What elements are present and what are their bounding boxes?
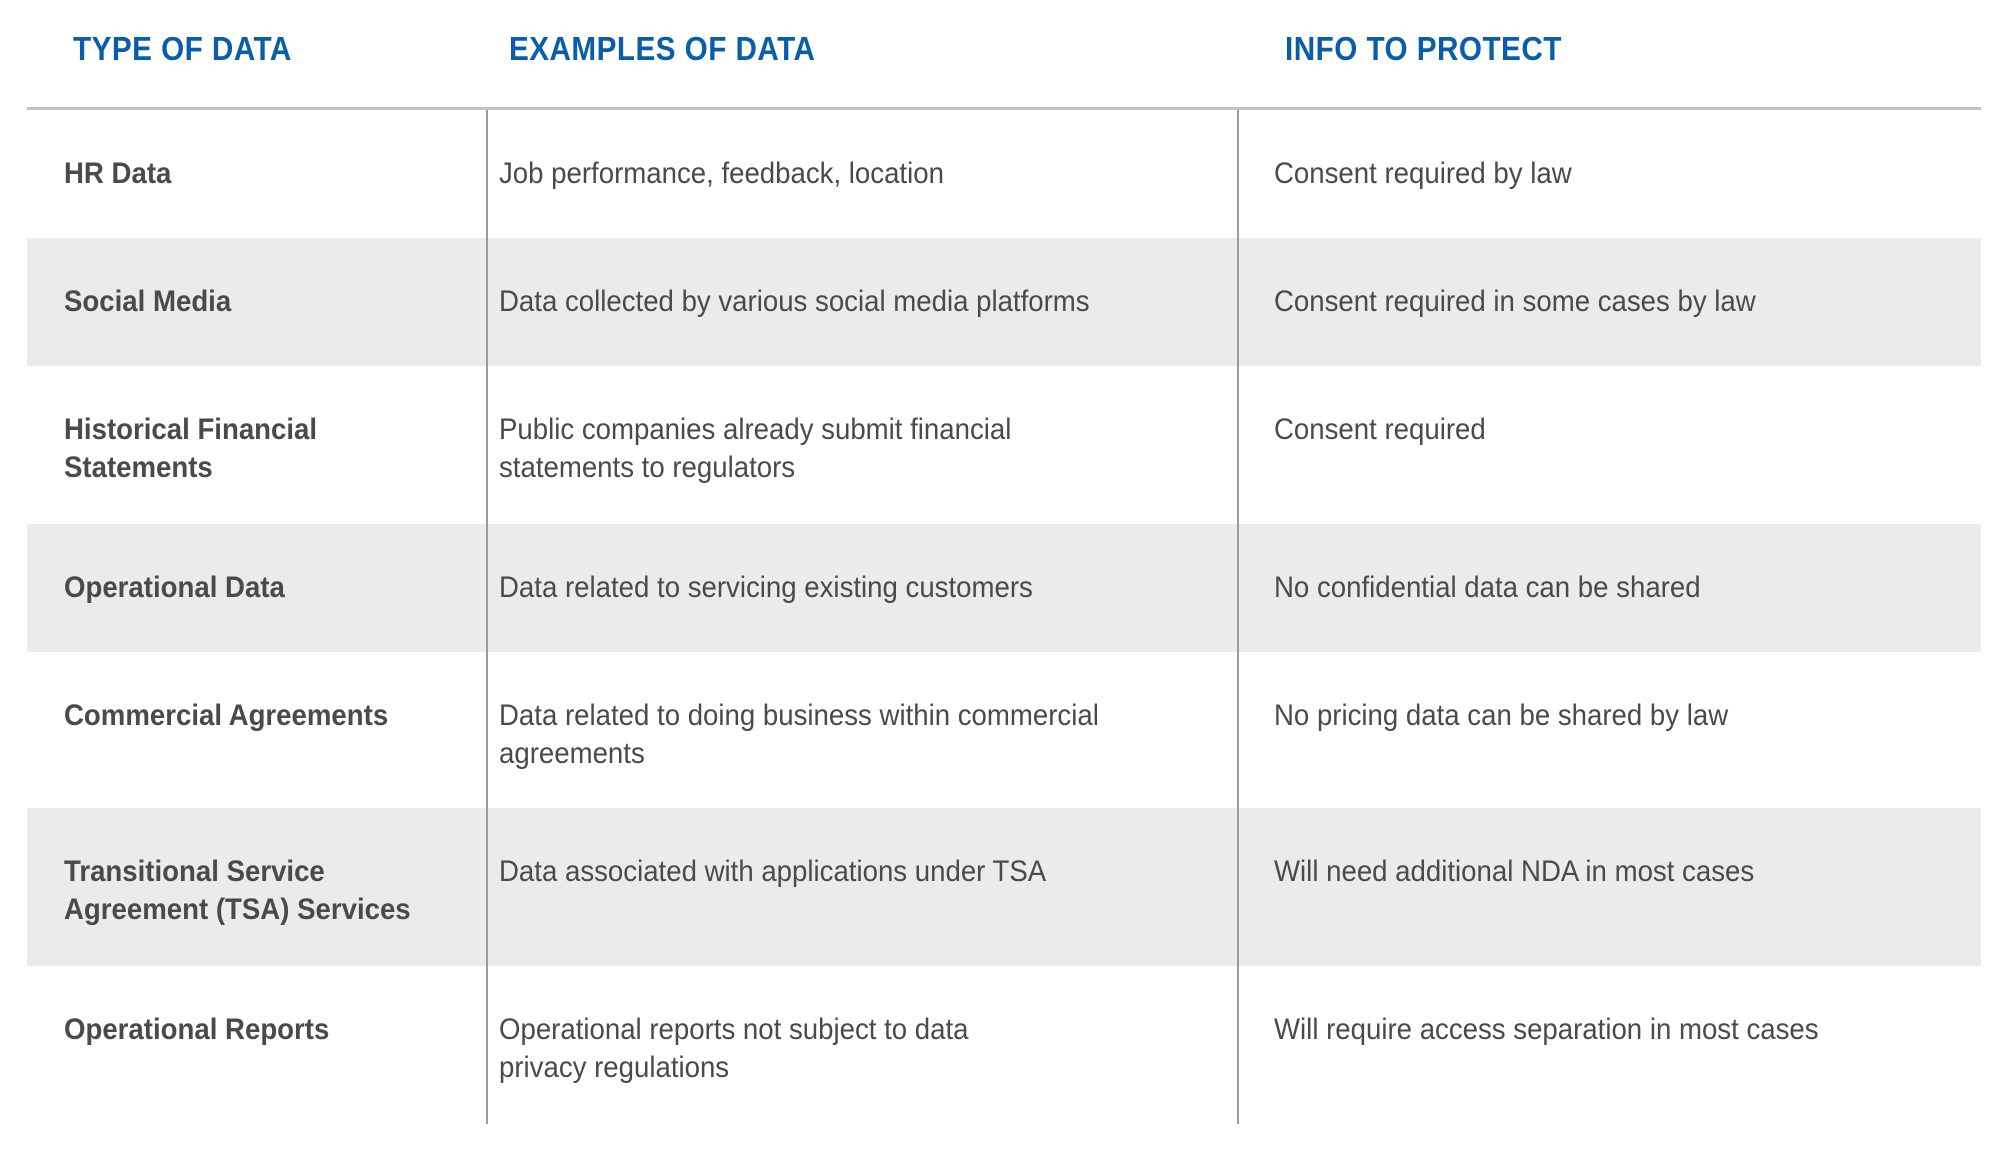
header-examples-of-data: EXAMPLES OF DATA <box>509 30 816 67</box>
examples-cell: Data associated with applications under … <box>486 808 1237 966</box>
examples-text: Data collected by various social media p… <box>499 285 1090 318</box>
protect-cell: Will require access separation in most c… <box>1237 966 1981 1124</box>
examples-text: Data related to doing business within co… <box>499 699 1099 770</box>
type-text: Social Media <box>64 285 232 318</box>
examples-cell: Job performance, feedback, location <box>486 110 1237 238</box>
examples-text: Job performance, feedback, location <box>499 157 944 190</box>
type-cell: Historical Financial Statements <box>27 366 486 524</box>
examples-cell: Public companies already submit financia… <box>486 366 1237 524</box>
examples-text: Data associated with applications under … <box>499 855 1047 888</box>
protect-cell: Consent required <box>1237 366 1981 524</box>
type-text: Transitional Service Agreement (TSA) Ser… <box>64 855 411 926</box>
protect-cell: Will need additional NDA in most cases <box>1237 808 1981 966</box>
examples-text: Operational reports not subject to data … <box>499 1013 969 1084</box>
type-cell: Operational Reports <box>27 966 486 1124</box>
examples-cell: Operational reports not subject to data … <box>486 966 1237 1124</box>
type-text: HR Data <box>64 157 172 190</box>
protect-text: Consent required in some cases by law <box>1274 285 1756 318</box>
protect-text: Will require access separation in most c… <box>1274 1013 1819 1046</box>
table-row: Operational Data Data related to servici… <box>27 524 1981 652</box>
protect-cell: Consent required by law <box>1237 110 1981 238</box>
data-protection-table: TYPE OF DATA EXAMPLES OF DATA INFO TO PR… <box>27 0 1981 1124</box>
table-header: TYPE OF DATA EXAMPLES OF DATA INFO TO PR… <box>27 0 1981 110</box>
table-row: Operational Reports Operational reports … <box>27 966 1981 1124</box>
protect-text: Consent required <box>1274 413 1486 446</box>
type-cell: Social Media <box>27 238 486 366</box>
examples-text: Public companies already submit financia… <box>499 413 1012 484</box>
type-cell: Operational Data <box>27 524 486 652</box>
protect-text: Will need additional NDA in most cases <box>1274 855 1755 888</box>
header-info-to-protect: INFO TO PROTECT <box>1285 30 1562 67</box>
table-row: Transitional Service Agreement (TSA) Ser… <box>27 808 1981 966</box>
type-cell: HR Data <box>27 110 486 238</box>
protect-cell: No pricing data can be shared by law <box>1237 652 1981 808</box>
examples-cell: Data related to doing business within co… <box>486 652 1237 808</box>
protect-text: Consent required by law <box>1274 157 1572 190</box>
examples-cell: Data collected by various social media p… <box>486 238 1237 366</box>
type-text: Commercial Agreements <box>64 699 389 732</box>
type-cell: Transitional Service Agreement (TSA) Ser… <box>27 808 486 966</box>
protect-text: No confidential data can be shared <box>1274 571 1701 604</box>
examples-cell: Data related to servicing existing custo… <box>486 524 1237 652</box>
table-row: Commercial Agreements Data related to do… <box>27 652 1981 808</box>
protect-cell: Consent required in some cases by law <box>1237 238 1981 366</box>
header-type-of-data: TYPE OF DATA <box>73 30 292 67</box>
type-text: Operational Data <box>64 571 285 604</box>
examples-text: Data related to servicing existing custo… <box>499 571 1033 604</box>
protect-cell: No confidential data can be shared <box>1237 524 1981 652</box>
table-row: Social Media Data collected by various s… <box>27 238 1981 366</box>
type-cell: Commercial Agreements <box>27 652 486 808</box>
table-row: Historical Financial Statements Public c… <box>27 366 1981 524</box>
type-text: Operational Reports <box>64 1013 330 1046</box>
protect-text: No pricing data can be shared by law <box>1274 699 1729 732</box>
type-text: Historical Financial Statements <box>64 413 318 484</box>
table-row: HR Data Job performance, feedback, locat… <box>27 110 1981 238</box>
